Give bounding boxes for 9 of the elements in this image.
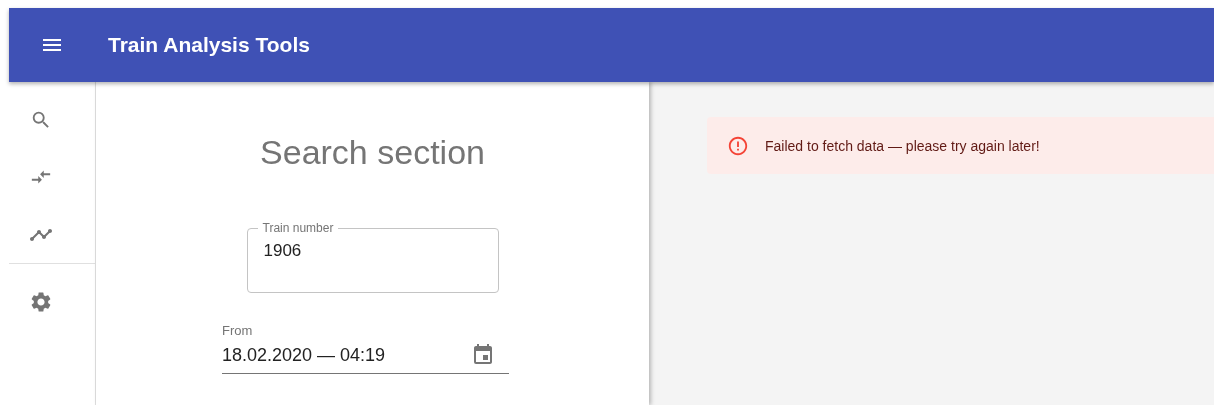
- field-label: From: [222, 323, 254, 338]
- alert-icon: [727, 134, 749, 157]
- section-heading: Search section: [260, 133, 485, 172]
- train-number-field[interactable]: Train number 1906: [246, 221, 499, 293]
- calendar-icon[interactable]: [471, 343, 495, 367]
- field-label: Train number: [261, 221, 335, 235]
- date-field[interactable]: 18.02.2020 — 04:19: [222, 338, 509, 374]
- alert-message: Failed to fetch data — please try again later!: [765, 137, 1040, 154]
- app-title: Train Analysis Tools: [108, 33, 310, 57]
